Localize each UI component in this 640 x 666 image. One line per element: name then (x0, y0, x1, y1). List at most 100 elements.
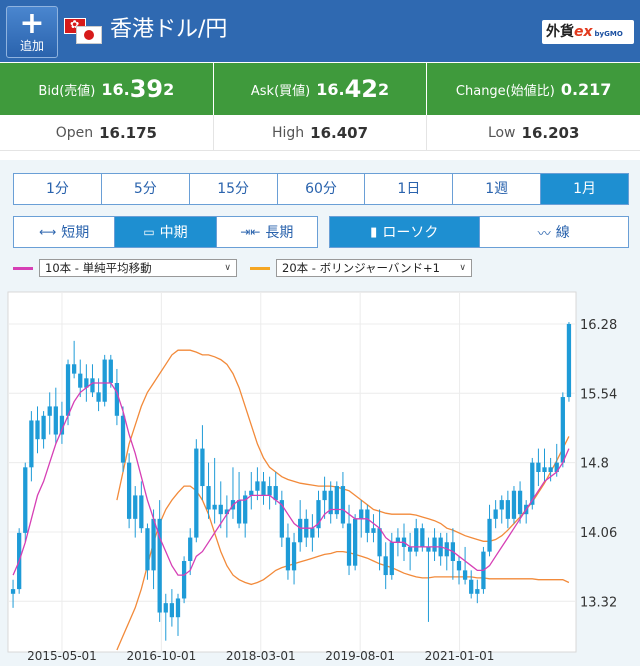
candle-body (420, 528, 425, 547)
add-button-label: 追加 (19, 39, 44, 53)
tab-60min[interactable]: 60分 (278, 174, 366, 204)
candle (126, 453, 132, 529)
candle (102, 354, 107, 407)
candle-body (29, 420, 34, 468)
candle-body (432, 537, 437, 552)
bid-label: Bid(売値) (38, 83, 96, 99)
mid-term-icon: ▭ (143, 225, 155, 239)
ma-color-swatch (13, 266, 33, 270)
chevron-down-icon: ∨ (459, 263, 466, 273)
bid-value-main: 39 (129, 75, 164, 103)
candle-body (169, 603, 175, 618)
tab-15min[interactable]: 15分 (190, 174, 278, 204)
open-label: Open (55, 124, 94, 141)
candle-body (346, 523, 352, 566)
candle-body (359, 509, 364, 519)
page-title: 香港ドル/円 (110, 17, 228, 42)
high-value: 16.407 (310, 123, 369, 142)
candle-body (273, 486, 278, 501)
candle (566, 322, 572, 402)
candle-body (566, 323, 572, 398)
moving-average-indicator: 10本 - 単純平均移動 ∨ (13, 259, 237, 277)
candlestick-button[interactable]: ▮ ローソク (330, 217, 480, 247)
x-tick-label: 2015-05-01 (27, 649, 97, 663)
bid-value-last: 2 (163, 79, 175, 99)
line-chart-button[interactable]: 〰 線 (480, 217, 629, 247)
short-term-icon: ⟷ (39, 225, 57, 239)
candle-body (90, 378, 95, 393)
change-price: Change(始値比) 0.217 (427, 63, 640, 115)
ohl-stats: Open 16.175 High 16.407 Low 16.203 (0, 115, 640, 151)
bollinger-select[interactable]: 20本 - ボリンジャーバンド+1 ∨ (276, 259, 472, 277)
candle-body (41, 415, 46, 440)
tab-1day[interactable]: 1日 (365, 174, 454, 204)
ask-label: Ask(買値) (250, 83, 311, 99)
candle-body (108, 359, 113, 383)
ask-value-main: 42 (344, 75, 378, 103)
candle-body (407, 546, 413, 552)
tab-5min[interactable]: 5分 (102, 174, 190, 204)
candle (353, 514, 358, 571)
candle-body (291, 542, 297, 571)
candle-body (23, 467, 28, 533)
candle-body (322, 490, 327, 501)
x-tick-label: 2021-01-01 (425, 649, 495, 663)
candle-body (236, 500, 242, 524)
candle-body (218, 504, 223, 515)
long-term-label: 長期 (265, 225, 294, 241)
candle-body (560, 397, 565, 463)
quote-row: Bid(売値) 16. 39 2 Ask(買値) 16. 42 2 Change(始値比… (0, 63, 640, 115)
candle-body (212, 504, 217, 510)
candle-body (200, 448, 205, 487)
candle (23, 462, 28, 543)
y-tick-label: 16.28 (580, 318, 617, 333)
mid-term-button[interactable]: ▭ 中期 (115, 217, 217, 247)
term-selector: ⟷ 短期 ▭ 中期 ⇥⇤ 長期 (13, 216, 318, 248)
moving-average-select[interactable]: 10本 - 単純平均移動 ∨ (39, 259, 237, 277)
candle-body (377, 528, 382, 557)
short-term-button[interactable]: ⟷ 短期 (14, 217, 116, 247)
tab-1week[interactable]: 1週 (453, 174, 542, 204)
chart-type-selector: ▮ ローソク 〰 線 (329, 216, 629, 248)
candle-body (65, 364, 71, 416)
candle-body (462, 570, 468, 580)
candle-body (96, 392, 101, 402)
candle-body (353, 518, 358, 566)
low-label: Low (487, 124, 516, 141)
ask-value-last: 2 (377, 79, 390, 99)
change-label: Change(始値比) (455, 83, 555, 99)
candle-body (505, 500, 510, 519)
candle-body (542, 467, 547, 472)
candle-body (35, 420, 40, 440)
candle (511, 486, 517, 524)
tab-1min[interactable]: 1分 (14, 174, 102, 204)
candle-body (163, 603, 168, 613)
low-stat: Low 16.203 (427, 115, 640, 150)
y-tick-label: 13.32 (580, 595, 617, 610)
candle-body (145, 528, 150, 571)
candle-body (126, 462, 132, 519)
period-tabs: 1分 5分 15分 60分 1日 1週 1月 (13, 173, 629, 205)
candle-body (395, 537, 401, 543)
low-value: 16.203 (521, 123, 580, 142)
long-term-button[interactable]: ⇥⇤ 長期 (217, 217, 317, 247)
currency-pair-flags (64, 18, 104, 46)
bb-color-swatch (250, 266, 270, 270)
line-chart-icon: 〰 (537, 226, 551, 242)
candle-body (53, 406, 58, 435)
candle-body (10, 589, 16, 594)
app-header: + 追加 香港ドル/円 外貨exbyGMO (0, 0, 640, 62)
price-chart[interactable]: 16.28 15.54 14.8 14.06 13.32 2015-05-01 2016-… (0, 286, 640, 666)
candle-body (151, 518, 156, 571)
y-tick-label: 14.8 (580, 457, 609, 472)
bid-value-prefix: 16. (101, 79, 130, 99)
candle-body (536, 462, 541, 472)
candle-body (456, 561, 462, 571)
candle-body (548, 467, 553, 472)
candle-body (194, 448, 199, 538)
tab-1month[interactable]: 1月 (541, 174, 629, 204)
ask-value-prefix: 16. (316, 79, 345, 99)
add-button[interactable]: + 追加 (6, 6, 58, 58)
plot-area (7, 291, 577, 653)
change-value: 0.217 (560, 79, 612, 99)
